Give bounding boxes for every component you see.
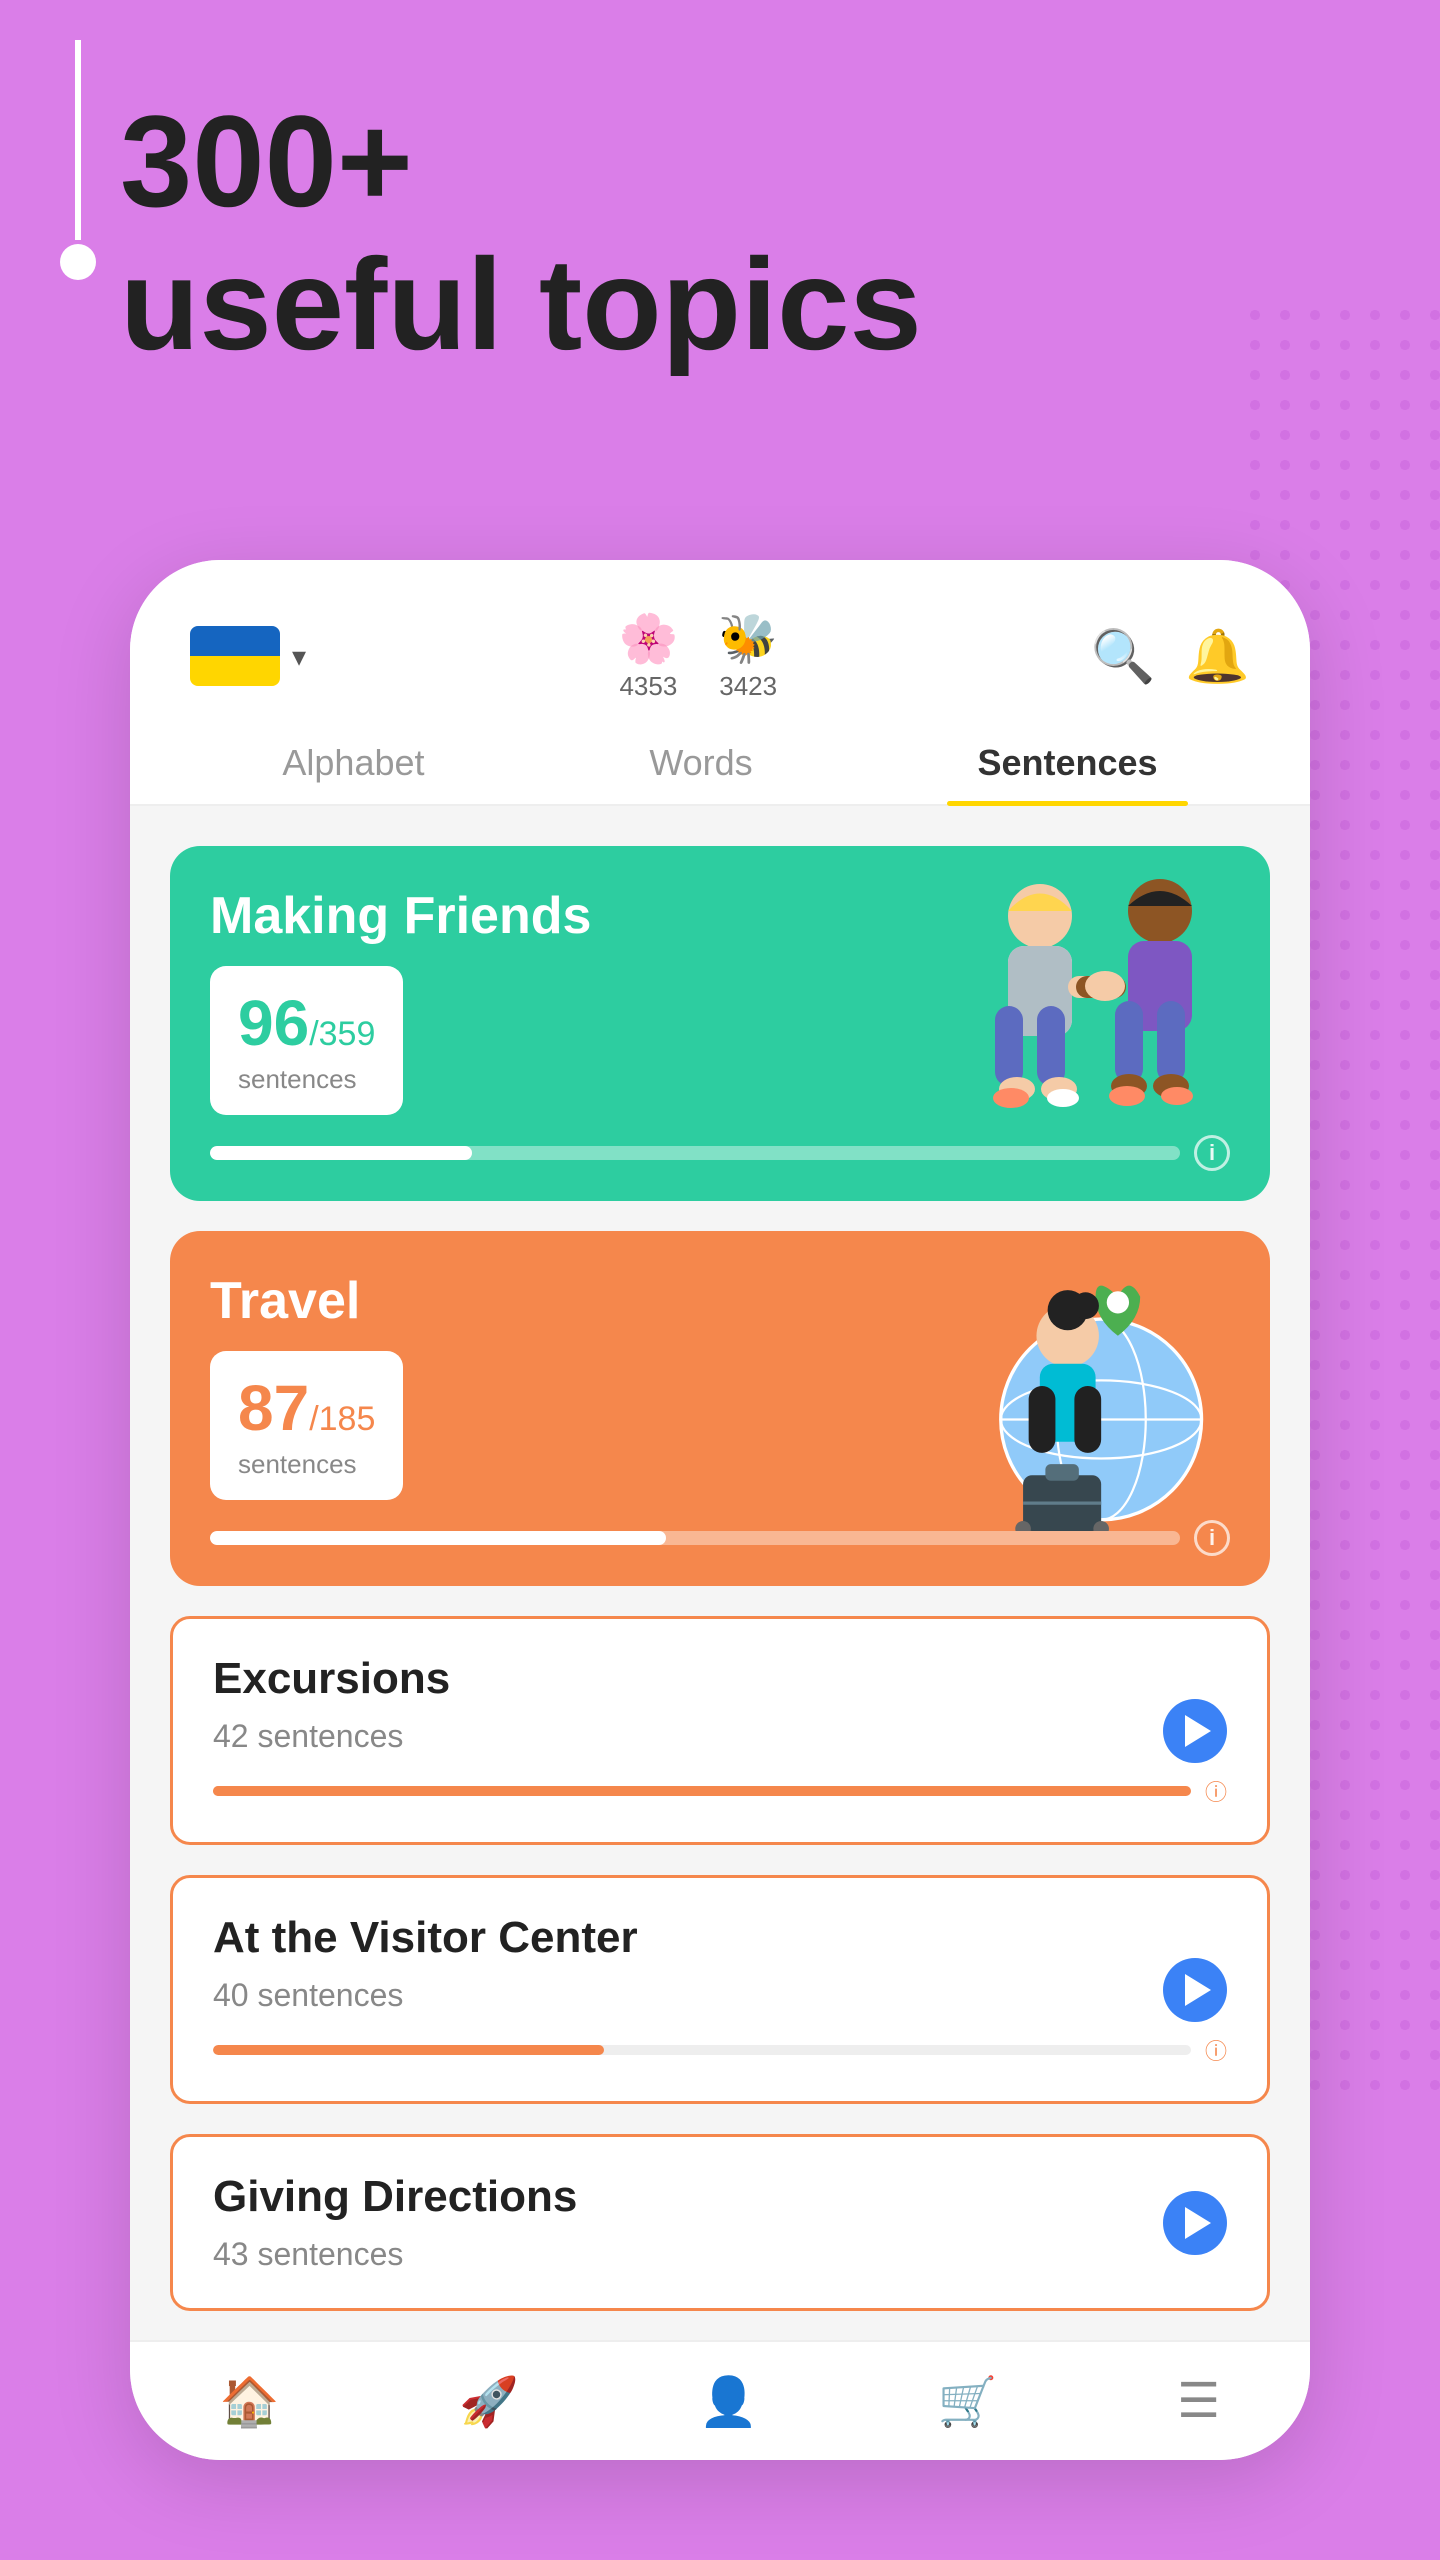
- phone-mockup: ▾ 🌸 4353 🐝 3423 🔍 🔔 Alphabet Words Sente…: [130, 560, 1310, 2460]
- travel-label: sentences: [238, 1449, 375, 1480]
- tab-words[interactable]: Words: [619, 722, 782, 804]
- search-icon[interactable]: 🔍: [1091, 626, 1156, 687]
- friends-illustration: [920, 856, 1260, 1146]
- bottom-nav-cart[interactable]: 🛒: [938, 2373, 998, 2430]
- header-icons: 🔍 🔔: [1091, 626, 1251, 687]
- rocket-icon: 🚀: [459, 2373, 519, 2430]
- making-friends-stats: 96/359 sentences: [210, 966, 403, 1115]
- travel-count: 87: [238, 1372, 309, 1444]
- excursions-title: Excursions: [213, 1654, 1227, 1704]
- bell-icon[interactable]: 🔔: [1185, 626, 1250, 687]
- bottom-nav-profile[interactable]: 👤: [698, 2373, 758, 2430]
- bottom-nav-rocket[interactable]: 🚀: [459, 2373, 519, 2430]
- excursions-sentences: 42 sentences: [213, 1718, 1227, 1755]
- bee-stat: 🐝 3423: [718, 610, 778, 702]
- hero-section: 300+ useful topics: [120, 90, 922, 376]
- home-icon: 🏠: [220, 2373, 280, 2430]
- giving-directions-title: Giving Directions: [213, 2172, 1227, 2222]
- visitor-center-card[interactable]: At the Visitor Center 40 sentences ⓘ: [170, 1875, 1270, 2104]
- flower-stat: 🌸 4353: [619, 610, 679, 702]
- making-friends-card[interactable]: Making Friends 96/359 sentences i: [170, 846, 1270, 1201]
- phone-content: Making Friends 96/359 sentences i: [130, 806, 1310, 2460]
- flower-count: 4353: [619, 671, 677, 702]
- travel-progress-bar: [210, 1531, 1180, 1545]
- travel-illustration: [920, 1241, 1260, 1531]
- making-friends-total: /359: [309, 1015, 375, 1053]
- making-friends-progress-fill: [210, 1146, 472, 1160]
- making-friends-progress-bar: [210, 1146, 1180, 1160]
- hero-line2: useful topics: [120, 233, 922, 376]
- visitor-center-title: At the Visitor Center: [213, 1913, 1227, 1963]
- play-icon-2: [1185, 1974, 1211, 2006]
- profile-icon: 👤: [698, 2373, 758, 2430]
- bottom-nav: 🏠 🚀 👤 🛒 ☰: [130, 2340, 1310, 2460]
- travel-card[interactable]: Travel 87/185 sentences i: [170, 1231, 1270, 1586]
- language-selector[interactable]: ▾: [190, 626, 306, 686]
- excursions-card[interactable]: Excursions 42 sentences ⓘ: [170, 1616, 1270, 1845]
- line-decoration: [75, 40, 81, 320]
- bee-count: 3423: [719, 671, 777, 702]
- excursions-info-icon[interactable]: ⓘ: [1205, 1775, 1227, 1807]
- cart-icon: 🛒: [938, 2373, 998, 2430]
- making-friends-count: 96: [238, 987, 309, 1059]
- visitor-center-play-button[interactable]: [1163, 1958, 1227, 2022]
- hero-line1: 300+: [120, 90, 922, 233]
- menu-icon: ☰: [1177, 2373, 1220, 2429]
- tab-sentences[interactable]: Sentences: [947, 722, 1187, 804]
- play-icon-3: [1185, 2207, 1211, 2239]
- visitor-center-info-icon[interactable]: ⓘ: [1205, 2034, 1227, 2066]
- tab-alphabet[interactable]: Alphabet: [252, 722, 454, 804]
- bottom-nav-home[interactable]: 🏠: [220, 2373, 280, 2430]
- bottom-nav-menu[interactable]: ☰: [1177, 2373, 1220, 2429]
- nav-tabs: Alphabet Words Sentences: [130, 722, 1310, 806]
- visitor-center-sentences: 40 sentences: [213, 1977, 1227, 2014]
- play-icon: [1185, 1715, 1211, 1747]
- ukraine-flag: [190, 626, 280, 686]
- travel-progress-fill: [210, 1531, 666, 1545]
- excursions-play-button[interactable]: [1163, 1699, 1227, 1763]
- travel-total: /185: [309, 1400, 375, 1438]
- chevron-down-icon: ▾: [292, 640, 306, 673]
- flower-icon: 🌸: [619, 610, 679, 667]
- giving-directions-play-button[interactable]: [1163, 2191, 1227, 2255]
- making-friends-label: sentences: [238, 1064, 375, 1095]
- excursions-progress-row: ⓘ: [213, 1775, 1227, 1807]
- visitor-center-progress-row: ⓘ: [213, 2034, 1227, 2066]
- bee-icon: 🐝: [718, 610, 778, 667]
- travel-stats: 87/185 sentences: [210, 1351, 403, 1500]
- phone-header: ▾ 🌸 4353 🐝 3423 🔍 🔔: [130, 560, 1310, 722]
- giving-directions-card[interactable]: Giving Directions 43 sentences: [170, 2134, 1270, 2311]
- stats-area: 🌸 4353 🐝 3423: [619, 610, 779, 702]
- giving-directions-sentences: 43 sentences: [213, 2236, 1227, 2273]
